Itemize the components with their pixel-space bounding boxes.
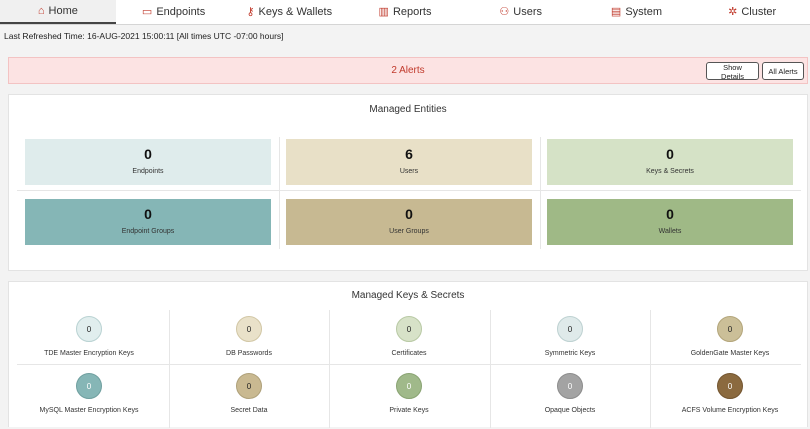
goldengate-master-keys-item[interactable]: 0 GoldenGate Master Keys	[650, 316, 810, 372]
item-label: GoldenGate Master Keys	[690, 350, 770, 357]
tab-keys-wallets[interactable]: ⚷ Keys & Wallets	[231, 0, 347, 24]
tab-endpoints[interactable]: ▭ Endpoints	[116, 0, 232, 24]
item-label: Symmetric Keys	[544, 350, 596, 357]
private-keys-item[interactable]: 0 Private Keys	[329, 373, 489, 429]
count-circle: 0	[717, 373, 743, 399]
item-label: Secret Data	[230, 407, 268, 414]
alerts-count-link[interactable]: 2 Alerts	[9, 65, 807, 76]
tile-count: 0	[666, 146, 674, 162]
keys-secrets-tile[interactable]: 0 Keys & Secrets	[547, 139, 793, 185]
key-icon: ⚷	[246, 5, 255, 18]
tab-label: Reports	[392, 6, 432, 18]
item-label: Certificates	[391, 350, 427, 357]
tile-count: 6	[405, 146, 413, 162]
item-label: MySQL Master Encryption Keys	[39, 407, 139, 414]
tile-count: 0	[405, 206, 413, 222]
tab-label: Users	[513, 6, 543, 18]
tile-label: Keys & Secrets	[646, 168, 694, 175]
count-circle: 0	[396, 373, 422, 399]
tab-label: Endpoints	[156, 6, 206, 18]
count-circle: 0	[236, 316, 262, 342]
divider	[279, 137, 280, 249]
tde-master-keys-item[interactable]: 0 TDE Master Encryption Keys	[9, 316, 169, 372]
tab-users[interactable]: ⚇ Users	[463, 0, 579, 24]
secret-data-item[interactable]: 0 Secret Data	[169, 373, 329, 429]
certificates-item[interactable]: 0 Certificates	[329, 316, 489, 372]
cluster-icon: ✲	[728, 5, 738, 18]
item-label: DB Passwords	[226, 350, 272, 357]
top-nav: ⌂ Home ▭ Endpoints ⚷ Keys & Wallets ▥ Re…	[0, 0, 810, 25]
tab-label: Keys & Wallets	[258, 6, 333, 18]
item-label: ACFS Volume Encryption Keys	[681, 407, 779, 414]
opaque-objects-item[interactable]: 0 Opaque Objects	[490, 373, 650, 429]
item-label: TDE Master Encryption Keys	[44, 350, 134, 357]
tab-system[interactable]: ▤ System	[579, 0, 695, 24]
divider	[540, 137, 541, 249]
home-icon: ⌂	[37, 4, 45, 17]
tile-label: Users	[399, 168, 419, 175]
count-circle: 0	[557, 373, 583, 399]
tab-reports[interactable]: ▥ Reports	[347, 0, 463, 24]
tab-label: Home	[48, 5, 78, 17]
managed-entities-title: Managed Entities	[369, 104, 447, 115]
all-alerts-button[interactable]: All Alerts	[762, 62, 804, 80]
acfs-volume-keys-item[interactable]: 0 ACFS Volume Encryption Keys	[650, 373, 810, 429]
tile-label: Wallets	[658, 228, 682, 235]
tile-label: User Groups	[389, 228, 429, 235]
tab-label: System	[625, 6, 662, 18]
alerts-bar: 2 Alerts Show Details All Alerts	[8, 57, 808, 84]
tab-home[interactable]: ⌂ Home	[0, 0, 116, 24]
monitor-icon: ▭	[141, 5, 153, 18]
managed-entities-panel: Managed Entities 0 Endpoints 6 Users 0 K…	[8, 94, 808, 271]
count-circle: 0	[236, 373, 262, 399]
server-icon: ▤	[610, 5, 622, 18]
symmetric-keys-item[interactable]: 0 Symmetric Keys	[490, 316, 650, 372]
user-groups-tile[interactable]: 0 User Groups	[286, 199, 532, 245]
tile-count: 0	[666, 206, 674, 222]
users-tile[interactable]: 6 Users	[286, 139, 532, 185]
tab-cluster[interactable]: ✲ Cluster	[694, 0, 810, 24]
count-circle: 0	[396, 316, 422, 342]
tile-count: 0	[144, 146, 152, 162]
bar-chart-icon: ▥	[378, 5, 389, 18]
count-circle: 0	[717, 316, 743, 342]
endpoints-tile[interactable]: 0 Endpoints	[25, 139, 271, 185]
mysql-master-keys-item[interactable]: 0 MySQL Master Encryption Keys	[9, 373, 169, 429]
tile-label: Endpoint Groups	[121, 228, 175, 235]
db-passwords-item[interactable]: 0 DB Passwords	[169, 316, 329, 372]
divider	[17, 190, 801, 191]
count-circle: 0	[76, 316, 102, 342]
tab-label: Cluster	[741, 6, 777, 18]
endpoint-groups-tile[interactable]: 0 Endpoint Groups	[25, 199, 271, 245]
item-label: Opaque Objects	[544, 407, 596, 414]
count-circle: 0	[76, 373, 102, 399]
count-circle: 0	[557, 316, 583, 342]
users-icon: ⚇	[499, 5, 510, 18]
managed-keys-title: Managed Keys & Secrets	[351, 290, 465, 301]
show-details-button[interactable]: Show Details	[706, 62, 759, 81]
tile-count: 0	[144, 206, 152, 222]
tile-label: Endpoints	[132, 168, 164, 175]
item-label: Private Keys	[389, 407, 429, 414]
wallets-tile[interactable]: 0 Wallets	[547, 199, 793, 245]
managed-keys-panel: Managed Keys & Secrets 0 TDE Master Encr…	[8, 281, 810, 429]
last-refreshed-text: Last Refreshed Time: 16-AUG-2021 15:00:1…	[4, 31, 284, 41]
